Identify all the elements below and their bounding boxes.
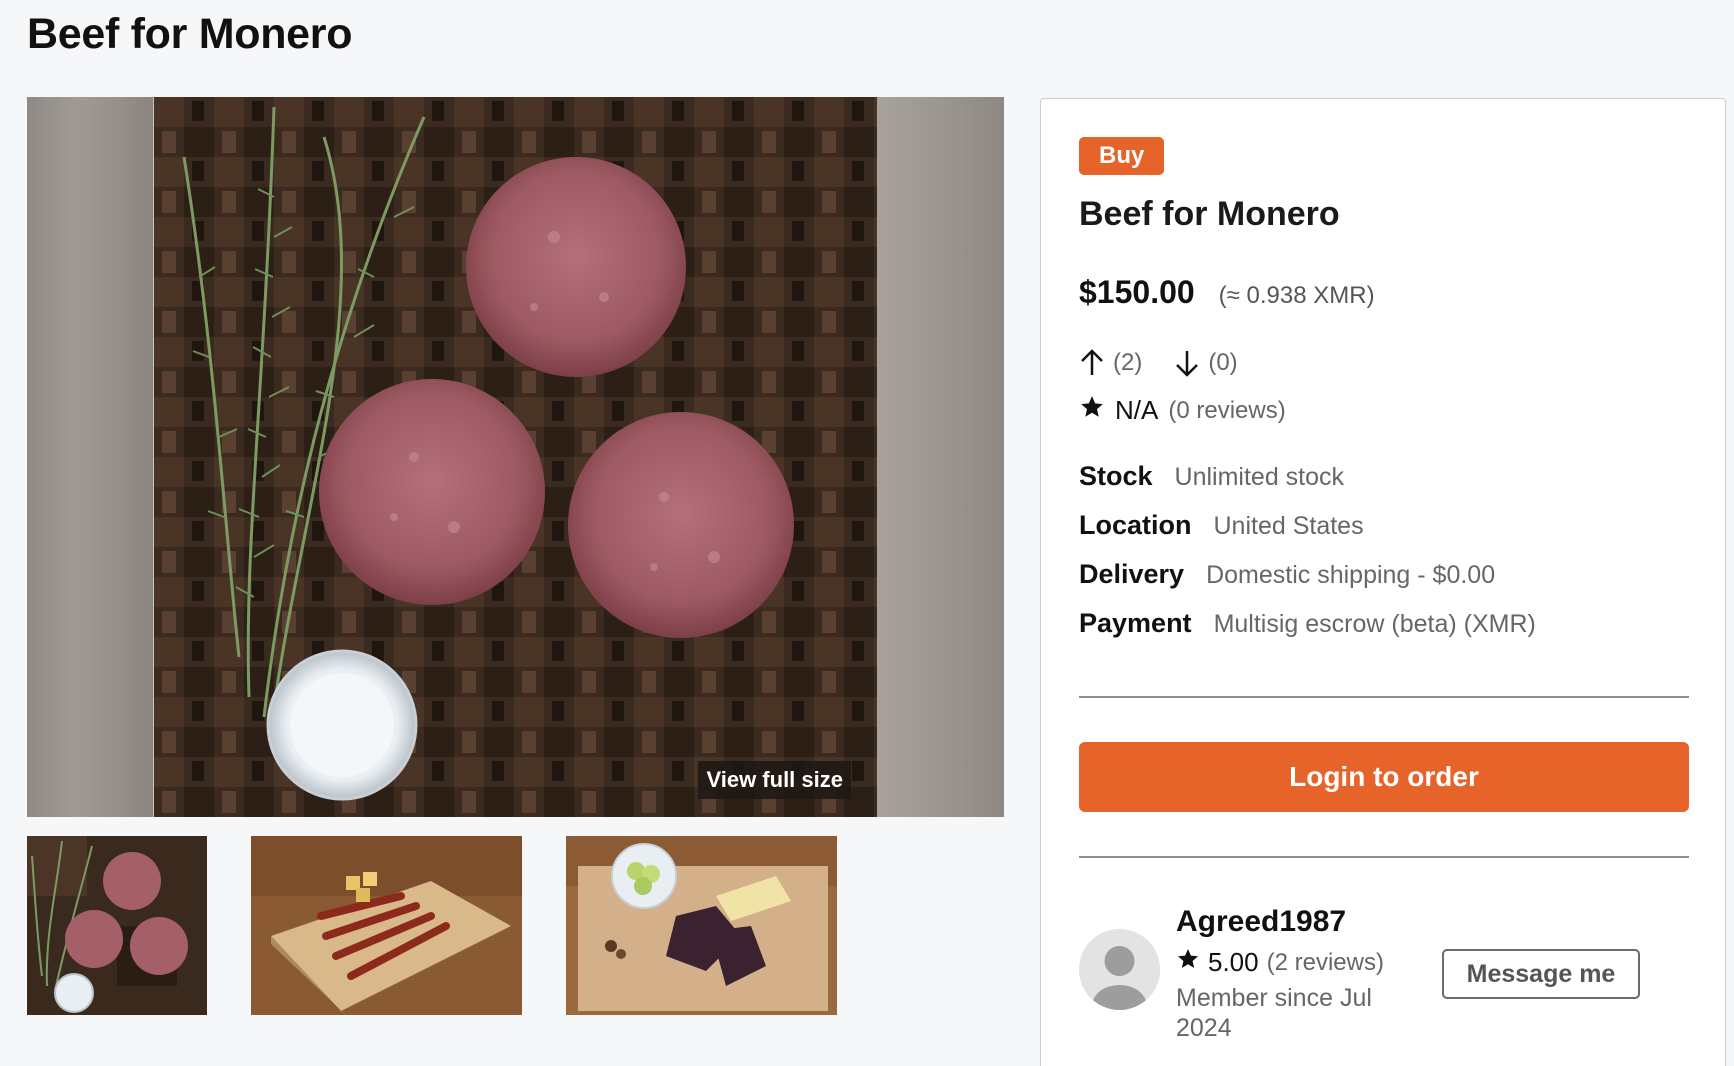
spec-row-delivery: Delivery Domestic shipping - $0.00 [1079,559,1536,608]
burger-patties-image [154,97,877,817]
main-image-gallery[interactable]: View full size [27,97,1004,817]
product-rating: N/A (0 reviews) [1079,394,1286,427]
thumbnail-2[interactable] [251,836,522,1015]
listing-panel: Buy Beef for Monero $150.00 (≈ 0.938 XMR… [1040,98,1726,1066]
spec-row-stock: Stock Unlimited stock [1079,461,1536,510]
spec-value: United States [1213,512,1364,540]
divider-bottom [1079,856,1689,858]
upvote-count: (2) [1113,349,1143,376]
buy-badge: Buy [1079,137,1165,175]
spec-row-location: Location United States [1079,510,1536,559]
spec-key: Payment [1079,608,1192,638]
star-icon [1079,394,1105,427]
main-product-photo[interactable]: View full size [154,97,877,817]
star-icon [1176,947,1200,978]
spec-value: Unlimited stock [1174,463,1345,491]
page-title: Beef for Monero [27,10,353,58]
spec-row-payment: Payment Multisig escrow (beta) (XMR) [1079,608,1536,657]
arrow-down-icon[interactable] [1174,349,1200,377]
thumbnail-1[interactable] [27,836,207,1015]
downvote-count: (0) [1208,349,1238,376]
gallery-blur-right [877,97,1004,817]
seller-name[interactable]: Agreed1987 [1176,905,1346,939]
seller-rating: 5.00 (2 reviews) [1176,947,1384,978]
spec-key: Delivery [1079,559,1185,589]
login-to-order-button[interactable]: Login to order [1079,742,1689,812]
message-me-button[interactable]: Message me [1442,949,1640,999]
rating-reviews: (0 reviews) [1168,396,1286,424]
seller-reviews: (2 reviews) [1266,948,1384,976]
member-since: Member since Jul 2024 [1176,984,1372,1042]
rating-value: N/A [1115,395,1159,425]
divider-top [1079,696,1689,698]
thumbnail-3[interactable] [566,836,837,1015]
votes-row: (2) (0) [1079,349,1238,377]
spec-key: Stock [1079,461,1153,491]
spec-value: Multisig escrow (beta) (XMR) [1213,610,1536,638]
product-title: Beef for Monero [1079,195,1340,233]
avatar-placeholder-icon [1079,929,1160,1010]
price-xmr: (≈ 0.938 XMR) [1218,282,1375,309]
seller-rating-value: 5.00 [1208,947,1259,977]
spec-list: Stock Unlimited stock Location United St… [1079,461,1536,657]
arrow-up-icon[interactable] [1079,349,1105,377]
gallery-blur-left [27,97,154,817]
spec-value: Domestic shipping - $0.00 [1206,561,1496,589]
price-row: $150.00 (≈ 0.938 XMR) [1079,274,1375,311]
price-usd: $150.00 [1079,274,1195,310]
avatar [1079,929,1160,1010]
view-full-size-button[interactable]: View full size [698,761,851,799]
spec-key: Location [1079,510,1192,540]
